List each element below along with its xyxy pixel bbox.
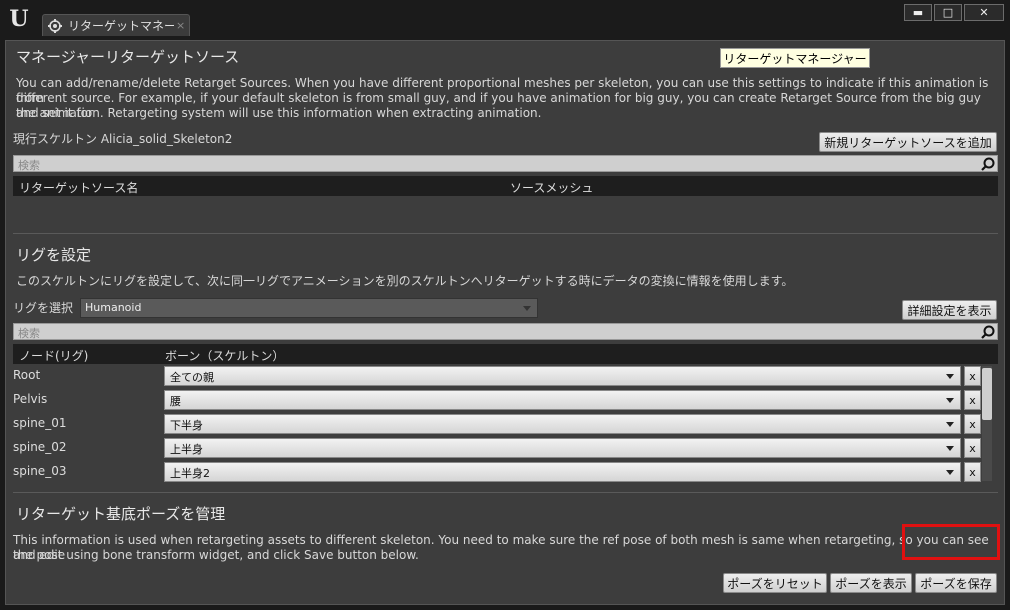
clear-bone-button[interactable]: x xyxy=(964,414,981,434)
bone-combo-value: 腰 xyxy=(170,395,181,408)
rig-select-dropdown[interactable]: Humanoid xyxy=(80,298,538,318)
bone-node-name: spine_01 xyxy=(13,416,67,430)
clear-bone-button[interactable]: x xyxy=(964,462,981,482)
divider xyxy=(13,233,998,234)
window-controls: ▬ □ ✕ xyxy=(904,4,1004,21)
rig-select-label: リグを選択 xyxy=(13,301,74,315)
bone-combo-box[interactable]: 上半身 xyxy=(164,438,961,458)
close-button[interactable]: ✕ xyxy=(964,4,1004,21)
rig-search[interactable]: 検索 xyxy=(13,323,998,340)
bone-node-name: spine_03 xyxy=(13,464,67,478)
clear-bone-button[interactable]: x xyxy=(964,438,981,458)
bone-node-name: Root xyxy=(13,368,41,382)
rig-table-header: ノード(リグ) ボーン（スケルトン） xyxy=(13,344,998,364)
retarget-manager-icon xyxy=(48,18,62,33)
chevron-down-icon xyxy=(946,422,954,427)
show-advanced-button[interactable]: 詳細設定を表示 xyxy=(902,300,997,320)
col-source-mesh: ソースメッシュ xyxy=(510,181,594,195)
sources-search-placeholder: 検索 xyxy=(18,159,40,172)
clear-bone-button[interactable]: x xyxy=(964,366,981,386)
col-retarget-source-name: リターゲットソース名 xyxy=(19,181,139,195)
reset-pose-button[interactable]: ポーズをリセット xyxy=(723,573,827,593)
sources-description-line-3: the animation. Retargeting system will u… xyxy=(16,106,542,120)
bone-combo-value: 全ての親 xyxy=(170,371,214,384)
clear-bone-button[interactable]: x xyxy=(964,390,981,410)
bone-combo-box[interactable]: 上半身2 xyxy=(164,462,961,482)
bone-combo-value: 上半身 xyxy=(170,443,203,456)
table-row: spine_03 上半身2 x xyxy=(13,460,993,484)
chevron-down-icon xyxy=(946,374,954,379)
bone-list-scrollbar[interactable] xyxy=(982,366,992,481)
chevron-down-icon xyxy=(946,470,954,475)
save-pose-button[interactable]: ポーズを保存 xyxy=(915,573,997,593)
chevron-down-icon xyxy=(946,398,954,403)
scrollbar-thumb[interactable] xyxy=(982,368,992,420)
title-bar: U リターゲットマネー × ▬ □ ✕ xyxy=(0,0,1010,40)
tab-label: リターゲットマネー xyxy=(68,19,174,33)
chevron-down-icon xyxy=(523,306,531,311)
rig-select-value: Humanoid xyxy=(85,301,142,314)
current-skeleton-label: 現行スケルトン Alicia_solid_Skeleton2 xyxy=(13,132,233,146)
bone-combo-box[interactable]: 全ての親 xyxy=(164,366,961,386)
divider xyxy=(13,492,998,493)
col-node-rig: ノード(リグ) xyxy=(19,349,89,363)
rig-section-title: リグを設定 xyxy=(16,246,92,264)
minimize-button[interactable]: ▬ xyxy=(904,4,932,21)
rig-search-placeholder: 検索 xyxy=(18,327,40,340)
tab-retarget-manager[interactable]: リターゲットマネー × xyxy=(42,14,190,36)
bone-node-name: Pelvis xyxy=(13,392,48,406)
search-icon[interactable] xyxy=(981,157,995,171)
add-retarget-source-button[interactable]: 新規リターゲットソースを追加 xyxy=(819,132,997,152)
tab-close-icon[interactable]: × xyxy=(176,19,185,32)
pose-section-title: リターゲット基底ポーズを管理 xyxy=(16,505,226,523)
tooltip: リターゲットマネージャー xyxy=(720,48,870,68)
pose-description-line-2: and edit using bone transform widget, an… xyxy=(13,548,419,562)
search-icon[interactable] xyxy=(981,325,995,339)
save-pose-highlight xyxy=(902,524,1000,560)
table-row: Root 全ての親 x xyxy=(13,364,993,388)
retarget-manager-panel: マネージャーリターゲットソース リターゲットマネージャー You can add… xyxy=(5,40,1005,605)
unreal-logo-icon: U xyxy=(9,6,29,32)
bone-combo-box[interactable]: 下半身 xyxy=(164,414,961,434)
maximize-button[interactable]: □ xyxy=(934,4,962,21)
bone-combo-box[interactable]: 腰 xyxy=(164,390,961,410)
rig-description: このスケルトンにリグを設定して、次に同一リグでアニメーションを別のスケルトンへリ… xyxy=(16,274,794,288)
bone-combo-value: 上半身2 xyxy=(170,467,210,480)
bone-combo-value: 下半身 xyxy=(170,419,203,432)
chevron-down-icon xyxy=(946,446,954,451)
table-row: spine_02 上半身 x xyxy=(13,436,993,460)
show-pose-button[interactable]: ポーズを表示 xyxy=(830,573,912,593)
table-row: Pelvis 腰 x xyxy=(13,388,993,412)
table-row: spine_01 下半身 x xyxy=(13,412,993,436)
bone-node-name: spine_02 xyxy=(13,440,67,454)
sources-table-header: リターゲットソース名 ソースメッシュ xyxy=(13,176,998,196)
col-bone-skeleton: ボーン（スケルトン） xyxy=(165,349,285,363)
sources-section-title: マネージャーリターゲットソース xyxy=(16,48,240,66)
sources-search[interactable]: 検索 xyxy=(13,155,998,172)
